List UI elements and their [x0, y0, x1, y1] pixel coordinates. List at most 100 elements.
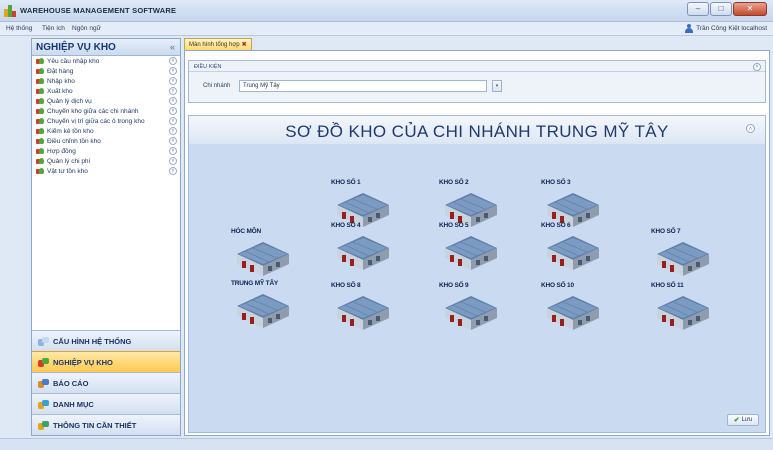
warehouse-label: KHO SỐ 11	[651, 282, 684, 289]
nav-group-label: CẤU HÌNH HỆ THỐNG	[53, 336, 132, 346]
map-title: SƠ ĐỒ KHO CỦA CHI NHÁNH TRUNG MỸ TÂY	[285, 122, 669, 141]
save-button[interactable]: ✔ Lưu	[727, 414, 759, 426]
chevron-down-icon[interactable]: ˅	[169, 97, 177, 105]
warehouse-menu-icon	[36, 147, 45, 155]
warehouse-building[interactable]: KHO SỐ 4	[331, 222, 395, 274]
sidebar-item[interactable]: Kiểm kê tồn kho ˅	[32, 126, 180, 136]
sidebar-nav-groups: CẤU HÌNH HỆ THỐNG NGHIỆP VỤ KHO BÁO CÁO DAN…	[32, 330, 180, 435]
chevron-down-icon[interactable]: ˅	[169, 67, 177, 75]
main-area: Màn hình tổng hợp ✖ ĐIỀU KIỆN ˄ Chi nhán…	[184, 38, 770, 436]
chevron-down-icon[interactable]: ˅	[169, 77, 177, 85]
sidebar-item[interactable]: Quản lý chi phí ˅	[32, 156, 180, 166]
warehouse-menu-icon	[36, 117, 45, 125]
chevron-down-icon[interactable]: ˅	[169, 137, 177, 145]
tab-summary[interactable]: Màn hình tổng hợp ✖	[184, 38, 252, 50]
warehouse-menu-icon	[36, 57, 45, 65]
branch-value: Trung Mỹ Tây	[243, 83, 280, 89]
chevron-down-icon[interactable]: ˅	[169, 107, 177, 115]
system-config-icon	[38, 336, 49, 346]
sidebar-item[interactable]: Chuyển kho giữa các chi nhánh ˅	[32, 106, 180, 116]
chevron-down-icon[interactable]: ˅	[169, 57, 177, 65]
nav-group[interactable]: NGHIỆP VỤ KHO	[32, 351, 180, 372]
sidebar-header: NGHIỆP VỤ KHO «	[32, 39, 180, 56]
chevron-down-icon[interactable]: ˅	[169, 167, 177, 175]
nav-group[interactable]: DANH MỤC	[32, 393, 180, 414]
warehouse-menu-icon	[36, 157, 45, 165]
nav-group-label: DANH MỤC	[53, 399, 94, 409]
sidebar-item-label: Kiểm kê tồn kho	[47, 127, 94, 135]
sidebar-item-label: Quản lý chi phí	[47, 157, 91, 165]
sidebar-item[interactable]: Đặt hàng ˅	[32, 66, 180, 76]
report-icon	[38, 378, 49, 388]
sidebar: NGHIỆP VỤ KHO « Yêu cầu nhập kho ˅ Đặt hàn…	[31, 38, 181, 436]
save-label: Lưu	[741, 417, 753, 423]
map-title-bar: SƠ ĐỒ KHO CỦA CHI NHÁNH TRUNG MỸ TÂY ˄	[189, 116, 765, 144]
sidebar-item-label: Quản lý dịch vụ	[47, 97, 92, 105]
nav-group[interactable]: BÁO CÁO	[32, 372, 180, 393]
menu-bar: Hệ thống Tiện ích Ngôn ngữ Trần Công Kiệ…	[0, 22, 773, 36]
maximize-icon[interactable]: □	[710, 2, 732, 16]
title-bar: WAREHOUSE MANAGEMENT SOFTWARE – □ ✕	[0, 0, 773, 22]
chevron-down-icon[interactable]: ˅	[169, 117, 177, 125]
menu-ngon-ngu[interactable]: Ngôn ngữ	[72, 25, 101, 32]
sidebar-item-label: Điều chỉnh tồn kho	[47, 137, 101, 145]
map-collapse-icon[interactable]: ˄	[746, 124, 755, 133]
tab-close-icon[interactable]: ✖	[242, 41, 247, 48]
app-logo-icon	[4, 5, 16, 17]
chevron-down-icon[interactable]: ▾	[492, 80, 502, 92]
warehouse-building[interactable]: KHO SỐ 10	[541, 282, 605, 334]
warehouse-menu-icon	[36, 137, 45, 145]
checkmark-icon: ✔	[733, 417, 740, 424]
warehouse-building[interactable]: KHO SỐ 5	[439, 222, 503, 274]
sidebar-item[interactable]: Quản lý dịch vụ ˅	[32, 96, 180, 106]
sidebar-item-label: Đặt hàng	[47, 67, 74, 75]
sidebar-item[interactable]: Nhập kho ˅	[32, 76, 180, 86]
branch-select[interactable]: Trung Mỹ Tây ▾	[239, 80, 502, 92]
warehouse-label: KHO SỐ 4	[331, 222, 361, 229]
sidebar-item-label: Yêu cầu nhập kho	[47, 57, 100, 65]
sidebar-item[interactable]: Xuất kho ˅	[32, 86, 180, 96]
catalog-icon	[38, 399, 49, 409]
sidebar-item[interactable]: Yêu cầu nhập kho ˅	[32, 56, 180, 66]
chevron-down-icon[interactable]: ˅	[169, 87, 177, 95]
menu-tien-ich[interactable]: Tiện ích	[42, 25, 65, 32]
warehouse-building[interactable]: KHO SỐ 6	[541, 222, 605, 274]
tab-label: Màn hình tổng hợp	[189, 41, 240, 48]
sidebar-title: NGHIỆP VỤ KHO	[36, 42, 116, 53]
sidebar-item[interactable]: Hợp đồng ˅	[32, 146, 180, 156]
sidebar-item[interactable]: Vật tư tồn kho ˅	[32, 166, 180, 176]
sidebar-item-label: Chuyển kho giữa các chi nhánh	[47, 107, 139, 115]
warehouse-label: KHO SỐ 1	[331, 179, 361, 186]
sidebar-item-label: Vật tư tồn kho	[47, 167, 88, 175]
warehouse-building[interactable]: KHO SỐ 7	[651, 228, 715, 280]
sidebar-item[interactable]: Chuyển vị trí giữa các ô trong kho ˅	[32, 116, 180, 126]
warehouse-building[interactable]: KHO SỐ 9	[439, 282, 503, 334]
warehouse-building[interactable]: KHO SỐ 8	[331, 282, 395, 334]
collapse-sidebar-icon[interactable]: «	[170, 42, 175, 52]
warehouse-menu-icon	[36, 87, 45, 95]
warehouse-label: KHO SỐ 9	[439, 282, 469, 289]
warehouse-building[interactable]: KHO SỐ 11	[651, 282, 715, 334]
nav-group[interactable]: THÔNG TIN CẦN THIẾT	[32, 414, 180, 435]
nav-group[interactable]: CẤU HÌNH HỆ THỐNG	[32, 330, 180, 351]
warehouse-menu-icon	[36, 107, 45, 115]
warehouse-map-panel: SƠ ĐỒ KHO CỦA CHI NHÁNH TRUNG MỸ TÂY ˄ K…	[188, 115, 766, 433]
sidebar-item[interactable]: Điều chỉnh tồn kho ˅	[32, 136, 180, 146]
sidebar-item-label: Chuyển vị trí giữa các ô trong kho	[47, 117, 145, 125]
warehouse-menu-icon	[36, 167, 45, 175]
branch-label: Chi nhánh	[203, 83, 231, 89]
warehouse-label: KHO SỐ 2	[439, 179, 469, 186]
user-info[interactable]: Trần Công Kiệt localhost	[685, 24, 767, 33]
condition-collapse-icon[interactable]: ˄	[753, 63, 761, 71]
chevron-down-icon[interactable]: ˅	[169, 157, 177, 165]
menu-he-thong[interactable]: Hệ thống	[6, 25, 32, 32]
warehouse-menu-icon	[36, 77, 45, 85]
warehouse-building[interactable]: TRUNG MỸ TÂY	[231, 280, 295, 332]
warehouse-building[interactable]: HÓC MÔN	[231, 228, 295, 280]
chevron-down-icon[interactable]: ˅	[169, 147, 177, 155]
chevron-down-icon[interactable]: ˅	[169, 127, 177, 135]
warehouse-label: KHO SỐ 3	[541, 179, 571, 186]
close-icon[interactable]: ✕	[733, 2, 767, 16]
nav-group-label: BÁO CÁO	[53, 378, 89, 388]
minimize-icon[interactable]: –	[687, 2, 709, 16]
